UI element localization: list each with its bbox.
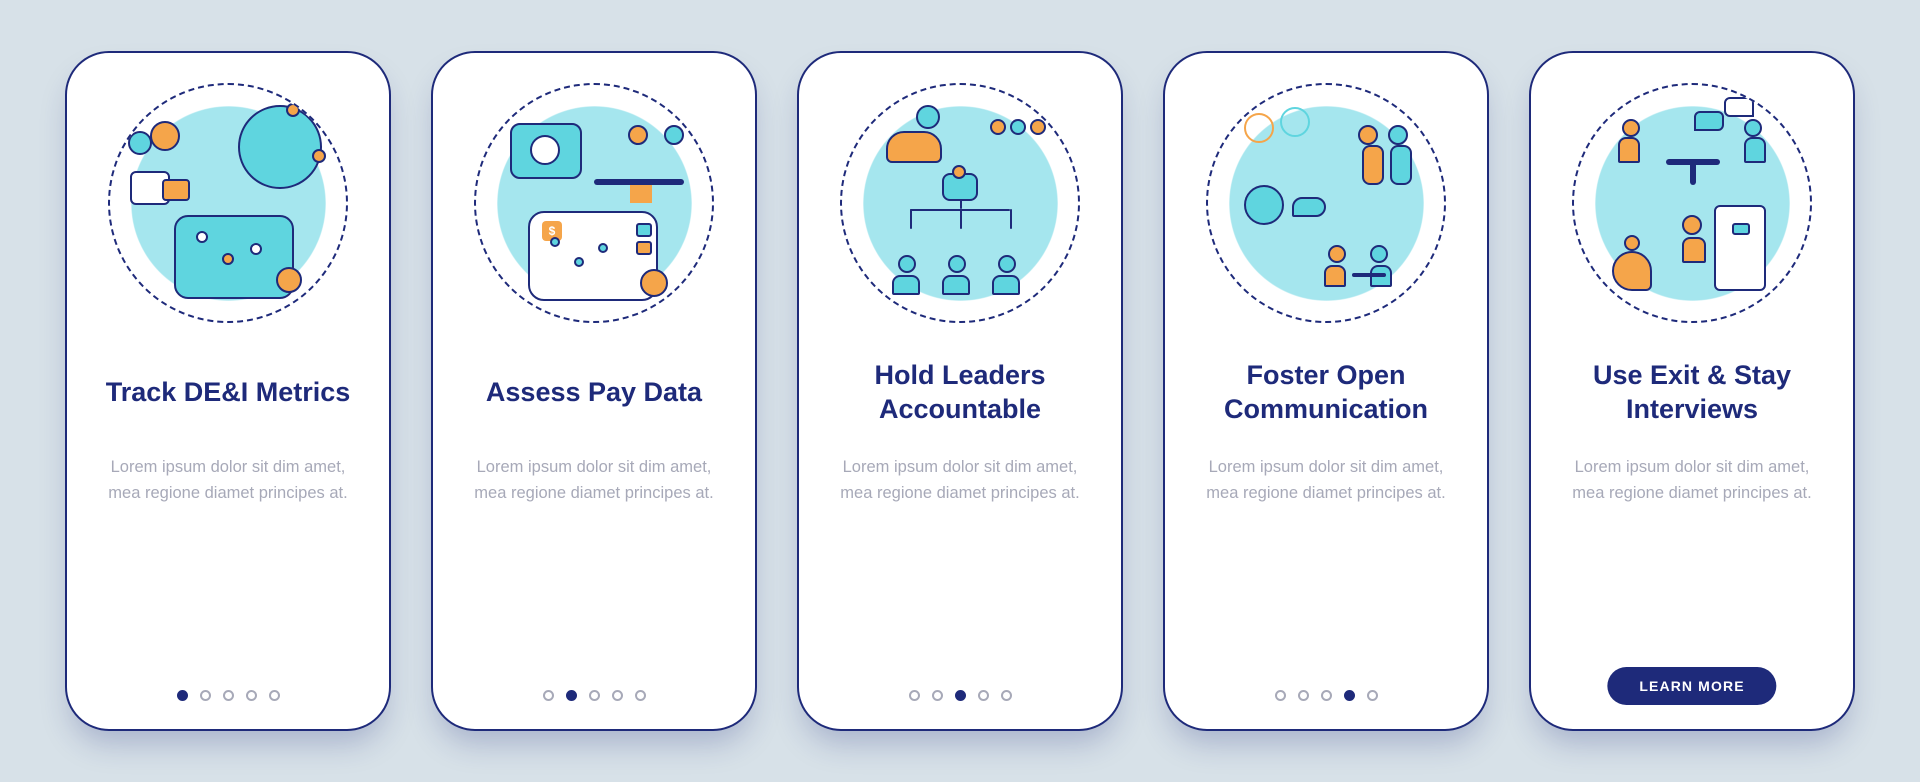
step-dot[interactable] xyxy=(1367,690,1378,701)
step-dot[interactable] xyxy=(955,690,966,701)
step-dot[interactable] xyxy=(246,690,257,701)
onboarding-card: $ Assess Pay Data Lorem ipsum dolor sit … xyxy=(431,51,757,731)
pay-data-icon: $ xyxy=(474,83,714,323)
step-dot[interactable] xyxy=(177,690,188,701)
card-title: Foster Open Communication xyxy=(1187,357,1465,429)
step-dot[interactable] xyxy=(932,690,943,701)
metrics-icon xyxy=(108,83,348,323)
accountability-icon xyxy=(840,83,1080,323)
step-dot[interactable] xyxy=(1275,690,1286,701)
onboarding-row: Track DE&I Metrics Lorem ipsum dolor sit… xyxy=(60,51,1860,731)
step-dot[interactable] xyxy=(543,690,554,701)
card-body: Lorem ipsum dolor sit dim amet, mea regi… xyxy=(103,455,353,506)
card-body: Lorem ipsum dolor sit dim amet, mea regi… xyxy=(1201,455,1451,506)
step-pager xyxy=(799,690,1121,701)
step-pager xyxy=(1165,690,1487,701)
step-dot[interactable] xyxy=(1344,690,1355,701)
step-dot[interactable] xyxy=(589,690,600,701)
step-pager xyxy=(433,690,755,701)
card-title: Assess Pay Data xyxy=(486,357,702,429)
card-body: Lorem ipsum dolor sit dim amet, mea regi… xyxy=(1567,455,1817,506)
card-title: Use Exit & Stay Interviews xyxy=(1553,357,1831,429)
step-pager xyxy=(67,690,389,701)
onboarding-card: Track DE&I Metrics Lorem ipsum dolor sit… xyxy=(65,51,391,731)
step-dot[interactable] xyxy=(269,690,280,701)
step-dot[interactable] xyxy=(1001,690,1012,701)
step-dot[interactable] xyxy=(612,690,623,701)
step-dot[interactable] xyxy=(1321,690,1332,701)
learn-more-button[interactable]: LEARN MORE xyxy=(1607,667,1776,705)
onboarding-card: Foster Open Communication Lorem ipsum do… xyxy=(1163,51,1489,731)
step-dot[interactable] xyxy=(200,690,211,701)
onboarding-card: Hold Leaders Accountable Lorem ipsum dol… xyxy=(797,51,1123,731)
interviews-icon xyxy=(1572,83,1812,323)
step-dot[interactable] xyxy=(635,690,646,701)
step-dot[interactable] xyxy=(223,690,234,701)
step-dot[interactable] xyxy=(1298,690,1309,701)
step-dot[interactable] xyxy=(978,690,989,701)
communication-icon xyxy=(1206,83,1446,323)
step-dot[interactable] xyxy=(566,690,577,701)
card-body: Lorem ipsum dolor sit dim amet, mea regi… xyxy=(469,455,719,506)
card-title: Hold Leaders Accountable xyxy=(821,357,1099,429)
step-dot[interactable] xyxy=(909,690,920,701)
card-body: Lorem ipsum dolor sit dim amet, mea regi… xyxy=(835,455,1085,506)
onboarding-card: Use Exit & Stay Interviews Lorem ipsum d… xyxy=(1529,51,1855,731)
card-title: Track DE&I Metrics xyxy=(106,357,351,429)
